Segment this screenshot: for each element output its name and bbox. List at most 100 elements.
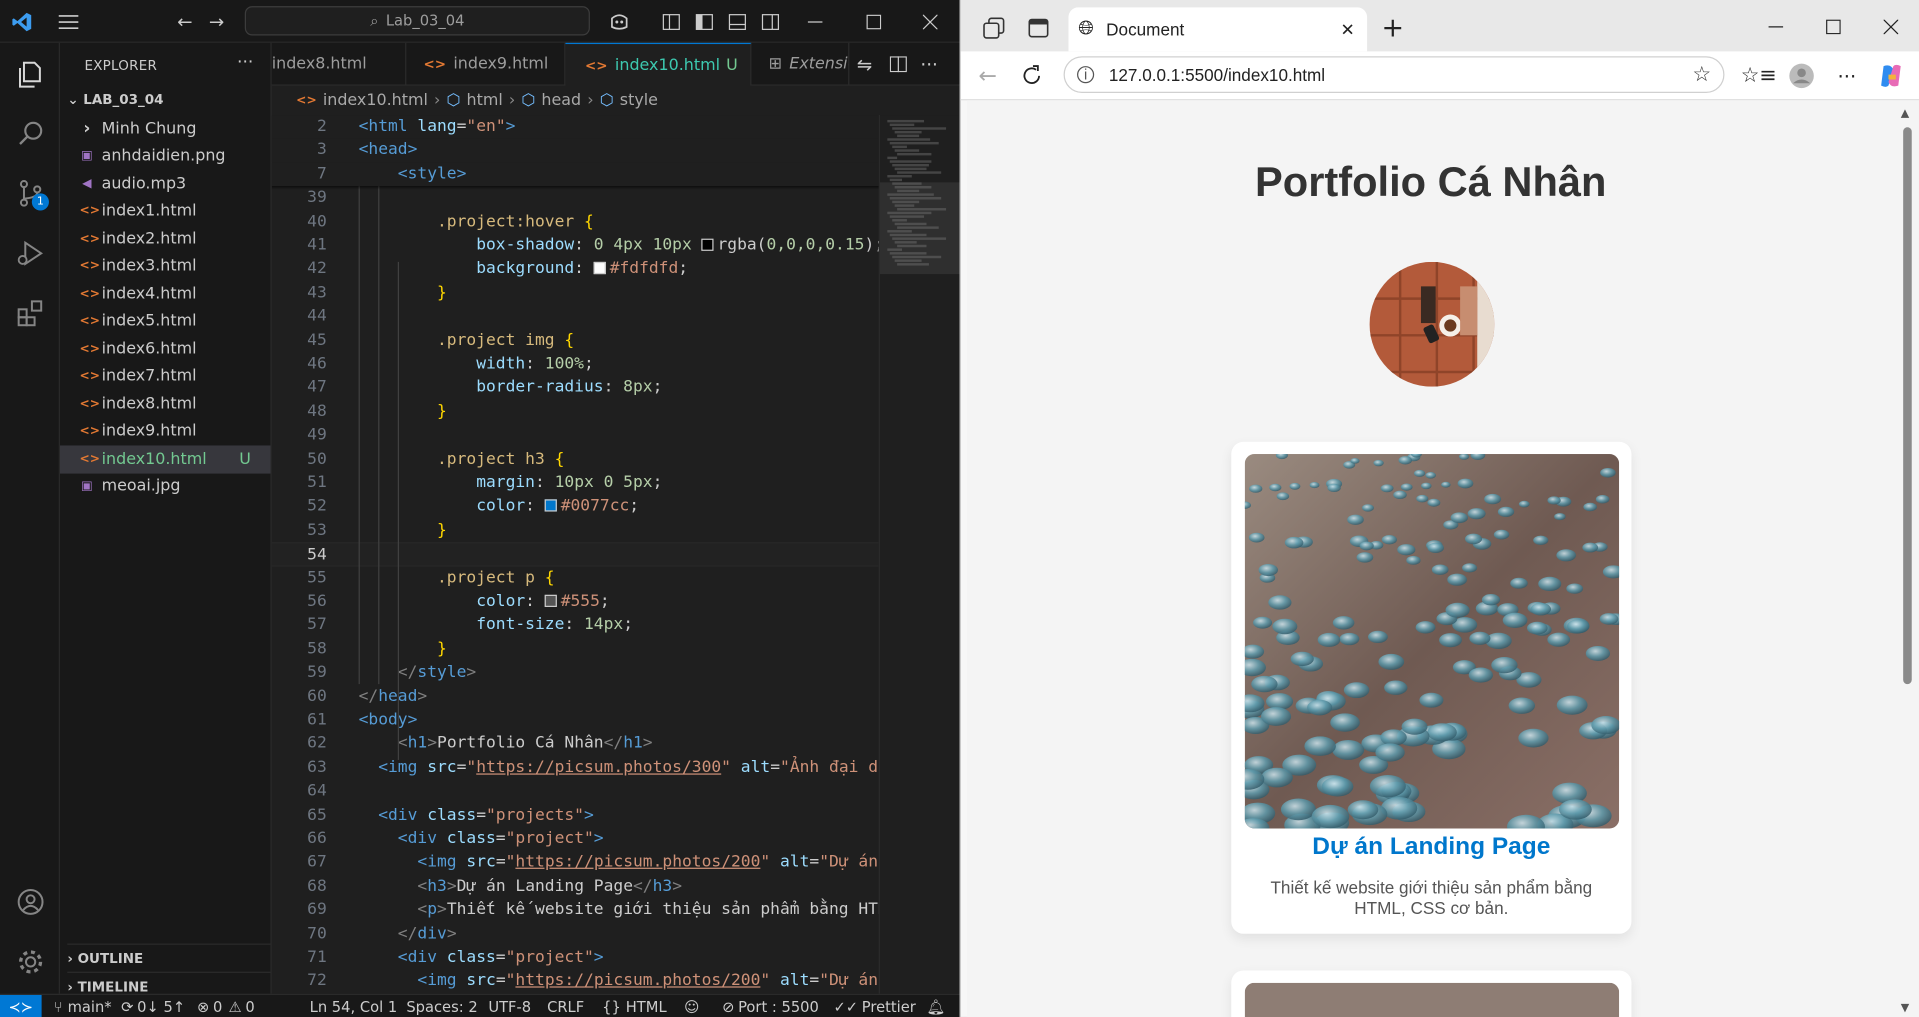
outline-section[interactable]: › OUTLINE	[67, 943, 271, 972]
project-card[interactable]	[1231, 970, 1632, 1017]
more-actions-icon[interactable]: ···	[237, 53, 253, 73]
code-line[interactable]: 68 <h3>Dự án Landing Page</h3>	[272, 875, 879, 899]
code-line[interactable]: 58 }	[272, 637, 879, 661]
code-line[interactable]: 64	[272, 780, 879, 804]
site-info-icon[interactable]: i	[1077, 66, 1095, 84]
code-line[interactable]: 70 </div>	[272, 922, 879, 946]
code-line[interactable]: 65 <div class="projects">	[272, 804, 879, 828]
code-line[interactable]: 42 background: #fdfdfd;	[272, 257, 879, 281]
code-line[interactable]: 47 border-radius: 8px;	[272, 376, 879, 400]
scroll-up-icon[interactable]: ▲	[1901, 108, 1909, 120]
tree-item[interactable]: <> index8.html	[60, 390, 271, 418]
code-line[interactable]: 69 <p>Thiết kế website giới thiệu sản ph…	[272, 898, 879, 922]
tree-item[interactable]: ▣ anhdaidien.png	[60, 143, 271, 171]
tree-item[interactable]: <> index5.html	[60, 308, 271, 336]
explorer-icon[interactable]	[0, 48, 60, 102]
notifications-bell-icon[interactable]: 🔔︎	[926, 995, 945, 1017]
reload-icon[interactable]	[1017, 61, 1046, 90]
code-line[interactable]: 40 .project:hover {	[272, 210, 879, 234]
toggle-panel-icon[interactable]	[726, 0, 748, 43]
tree-item[interactable]: <> index6.html	[60, 335, 271, 363]
code-line[interactable]: 57 font-size: 14px;	[272, 614, 879, 638]
profile-avatar[interactable]	[1787, 61, 1816, 90]
compare-icon[interactable]: ⇋	[857, 43, 872, 86]
code-line[interactable]: 41 box-shadow: 0 4px 10px rgba(0,0,0,0.1…	[272, 234, 879, 258]
tab-index9[interactable]: <> index9.html	[406, 42, 566, 86]
minimize-icon[interactable]	[1764, 15, 1788, 39]
breadcrumb-item[interactable]: index10.html	[323, 91, 428, 109]
code-line[interactable]: 54	[271, 542, 879, 567]
page-scrollbar[interactable]: ▲ ▼	[1894, 100, 1919, 1017]
close-icon[interactable]	[1879, 15, 1903, 39]
branch-status[interactable]: ⑂ main*	[54, 995, 112, 1017]
close-icon[interactable]	[918, 0, 942, 43]
back-arrow-icon[interactable]: ←	[973, 61, 1002, 90]
code-line[interactable]: 51 margin: 10px 0 5px;	[272, 471, 879, 495]
more-actions-icon[interactable]: ···	[920, 43, 938, 86]
tab-index10[interactable]: <> index10.html U ✕	[565, 42, 752, 86]
sync-status[interactable]: ⟳ 0↓ 5↑	[121, 995, 185, 1017]
extensions-icon[interactable]	[0, 286, 60, 340]
copilot-icon[interactable]	[1876, 61, 1905, 90]
browser-tab-document[interactable]: 🌐︎ Document ✕	[1068, 7, 1368, 52]
tree-item[interactable]: <> index4.html	[60, 280, 271, 308]
tab-extensions[interactable]: ⊞ Extensio	[751, 42, 850, 86]
workspace-folder[interactable]: ⌄ LAB_03_04	[67, 92, 163, 108]
minimap[interactable]	[878, 115, 961, 994]
code-line[interactable]: 55 .project p {	[272, 566, 879, 590]
code-line[interactable]: 48 }	[272, 400, 879, 424]
code-line[interactable]: 56 color: #555;	[272, 590, 879, 614]
favorites-icon[interactable]: ☆≡	[1741, 61, 1777, 90]
language-mode[interactable]: {} HTML	[602, 995, 666, 1017]
tree-item[interactable]: <> index9.html	[60, 418, 271, 446]
minimap-slider[interactable]	[879, 182, 961, 275]
code-line[interactable]: 44	[272, 305, 879, 329]
tree-item[interactable]: ◀ audio.mp3	[60, 170, 271, 198]
code-line[interactable]: 67 <img src="https://picsum.photos/200" …	[272, 851, 879, 875]
end-of-line[interactable]: CRLF	[547, 995, 584, 1017]
code-line[interactable]: 52 color: #0077cc;	[272, 495, 879, 519]
search-icon[interactable]	[0, 106, 60, 160]
address-bar[interactable]: i 127.0.0.1:5500/index10.html ☆	[1063, 56, 1725, 94]
minimize-icon[interactable]	[803, 0, 827, 43]
workspaces-icon[interactable]	[980, 16, 1007, 40]
tab-close-icon[interactable]: ✕	[1340, 19, 1354, 40]
code-line[interactable]: 62 <h1>Portfolio Cá Nhân</h1>	[272, 732, 879, 756]
back-arrow-icon[interactable]: ←	[171, 0, 198, 43]
problems-status[interactable]: ⊗ 0 ⚠ 0	[197, 995, 255, 1017]
split-editor-icon[interactable]	[889, 43, 907, 86]
toggle-sidebar-icon[interactable]	[693, 0, 715, 43]
code-line[interactable]: 66 <div class="project">	[272, 827, 879, 851]
tab-actions-icon[interactable]	[1024, 16, 1051, 40]
tree-item[interactable]: <> index3.html	[60, 253, 271, 281]
code-line[interactable]: 46 width: 100%;	[272, 352, 879, 376]
source-control-icon[interactable]: 1	[0, 166, 60, 220]
run-debug-icon[interactable]	[0, 226, 60, 280]
breadcrumb-item[interactable]: style	[620, 91, 658, 109]
favorite-star-icon[interactable]: ☆	[1692, 62, 1711, 86]
tree-item[interactable]: ▣ meoai.jpg	[60, 473, 271, 501]
layout-customize-icon[interactable]	[660, 0, 682, 43]
more-menu-icon[interactable]: ···	[1832, 61, 1861, 90]
code-line[interactable]: 63 <img src="https://picsum.photos/300" …	[272, 756, 879, 780]
project-card[interactable]: Dự án Landing Page Thiết kế website giới…	[1231, 441, 1632, 934]
maximize-icon[interactable]	[1821, 15, 1845, 39]
tree-item[interactable]: › Minh Chung	[60, 115, 271, 143]
encoding[interactable]: UTF-8	[488, 995, 531, 1017]
toggle-secondary-sidebar-icon[interactable]	[759, 0, 781, 43]
indentation[interactable]: Spaces: 2	[406, 995, 477, 1017]
code-line[interactable]: 49	[272, 424, 879, 448]
scroll-down-icon[interactable]: ▼	[1901, 1002, 1909, 1014]
breadcrumb-item[interactable]: head	[541, 91, 581, 109]
tree-item[interactable]: <> index2.html	[60, 225, 271, 253]
settings-gear-icon[interactable]	[0, 935, 60, 989]
tab-index8[interactable]: index8.html	[272, 42, 407, 86]
code-line[interactable]: 50 .project h3 {	[272, 447, 879, 471]
code-line[interactable]: 61 <body>	[272, 709, 879, 733]
code-line[interactable]: 53 }	[272, 519, 879, 543]
account-icon[interactable]	[0, 875, 60, 929]
copilot-status-icon[interactable]: ☺	[684, 995, 699, 1017]
code-line[interactable]: 3 <head>	[271, 138, 879, 163]
menu-icon[interactable]	[54, 0, 83, 43]
maximize-icon[interactable]	[862, 0, 886, 43]
